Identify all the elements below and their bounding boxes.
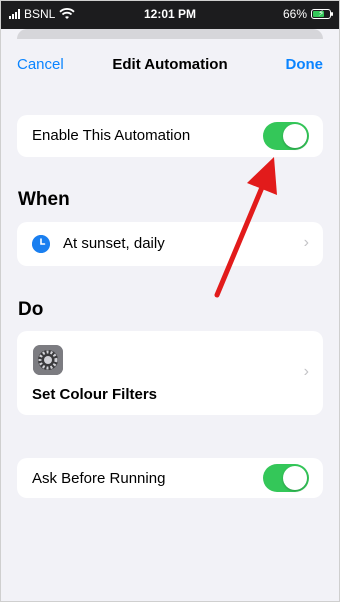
chevron-right-icon: › — [303, 363, 309, 380]
enable-automation-row: Enable This Automation — [17, 115, 323, 157]
toggle-knob — [283, 124, 307, 148]
ask-before-running-label: Ask Before Running — [32, 470, 166, 487]
chevron-right-icon: › — [303, 234, 309, 251]
do-action-card[interactable]: Set Colour Filters › — [17, 331, 323, 415]
nav-bar: Cancel Edit Automation Done — [1, 53, 339, 77]
battery-percent: 66% — [282, 7, 307, 21]
screen: BSNL 12:01 PM 66% ⚡ Cancel Edit Automati… — [0, 0, 340, 602]
enable-automation-label: Enable This Automation — [32, 127, 191, 144]
settings-gear-icon — [33, 345, 63, 375]
status-right: 66% ⚡ — [282, 7, 333, 21]
ask-before-running-row: Ask Before Running — [17, 458, 323, 498]
do-action-label: Set Colour Filters — [32, 386, 158, 403]
toggle-knob — [283, 466, 307, 490]
status-bar: BSNL 12:01 PM 66% ⚡ — [1, 1, 339, 29]
when-trigger-row[interactable]: At sunset, daily › — [17, 222, 323, 266]
do-section-title: Do — [18, 299, 44, 320]
when-trigger-label: At sunset, daily — [63, 235, 165, 252]
battery-icon: ⚡ — [311, 8, 333, 19]
ask-before-running-toggle[interactable] — [263, 464, 309, 492]
when-section-title: When — [18, 189, 70, 210]
enable-automation-toggle[interactable] — [263, 122, 309, 150]
done-button[interactable]: Done — [286, 56, 324, 73]
clock-icon — [32, 235, 50, 253]
